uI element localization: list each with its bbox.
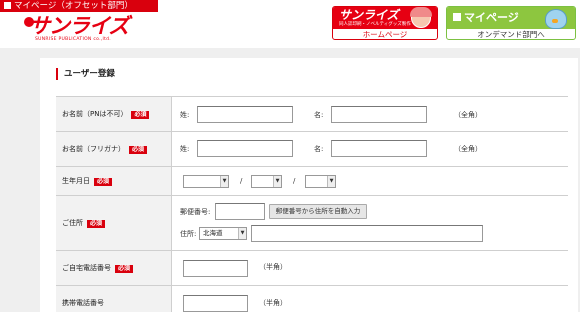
square-icon — [453, 13, 461, 21]
row-label: お名前（PNは不可） — [62, 110, 128, 118]
row-header: 携帯電話番号 — [56, 286, 172, 312]
row-header: 生年月日 必須 — [56, 167, 172, 195]
row-header: お名前（フリガナ） 必須 — [56, 132, 172, 166]
row-label-wrap: ご自宅電話番号 必須 — [62, 263, 134, 273]
name-sei-input[interactable] — [197, 106, 293, 123]
mei-label: 名: — [314, 145, 324, 153]
row-label-wrap: 携帯電話番号 — [62, 298, 104, 308]
birth-year-select[interactable]: ▼ — [183, 175, 229, 188]
site-header: マイページ（オフセット部門） サンライズ SUNRISE PUBLICATION… — [0, 0, 580, 48]
form-row-address: ご住所 必須 郵便番号: 郵便番号から住所を自動入力 住所: 北海道 ▼ — [56, 196, 568, 251]
main-content: ユーザー登録 お名前（PNは不可） 必須 姓: 名: （全角） お名前（フリガナ）… — [0, 48, 580, 312]
homepage-banner: サンライズ 同人誌印刷・ノベルティグッズ製作 — [333, 7, 437, 29]
penguin-icon — [545, 9, 567, 29]
row-header: お名前（PNは不可） 必須 — [56, 97, 172, 131]
row-header: ご自宅電話番号 必須 — [56, 251, 172, 285]
row-label: ご住所 — [62, 219, 83, 227]
address-input[interactable] — [251, 225, 483, 242]
sei-label: 姓: — [180, 111, 190, 119]
chevron-down-icon: ▼ — [273, 176, 281, 187]
form-row-birthdate: 生年月日 必須 ▼ / ▼ / ▼ — [56, 167, 568, 196]
homepage-label: ホームページ — [362, 30, 408, 39]
logo-subtext: SUNRISE PUBLICATION co.,ltd. — [35, 37, 112, 42]
hankaku-note: （半角） — [259, 299, 287, 307]
sei-label: 姓: — [180, 145, 190, 153]
date-separator: / — [293, 177, 296, 185]
mobile-phone-input[interactable] — [183, 295, 248, 312]
row-label-wrap: ご住所 必須 — [62, 218, 106, 228]
address-label: 住所: — [180, 230, 197, 238]
homepage-banner-subtext: 同人誌印刷・ノベルティグッズ製作 — [339, 22, 411, 27]
form-row-name: お名前（PNは不可） 必須 姓: 名: （全角） — [56, 97, 568, 132]
form-row-mobile-phone: 携帯電話番号 （半角） — [56, 286, 568, 312]
required-badge: 必須 — [94, 177, 113, 186]
homepage-banner-text: サンライズ — [339, 8, 399, 22]
required-badge: 必須 — [87, 219, 106, 228]
chevron-down-icon: ▼ — [220, 176, 228, 187]
sunrise-logo[interactable]: サンライズ SUNRISE PUBLICATION co.,ltd. — [24, 14, 154, 45]
mypage-offset-tab: マイページ（オフセット部門） — [0, 0, 158, 12]
home-phone-input[interactable] — [183, 260, 248, 277]
row-label: 生年月日 — [62, 177, 90, 185]
birth-month-select[interactable]: ▼ — [251, 175, 282, 188]
homepage-button[interactable]: サンライズ 同人誌印刷・ノベルティグッズ製作 ホームページ — [332, 6, 438, 40]
page-title: ユーザー登録 — [56, 68, 115, 80]
date-separator: / — [240, 177, 243, 185]
ondemand-button[interactable]: マイページ オンデマンド部門へ — [446, 6, 576, 40]
form-row-home-phone: ご自宅電話番号 必須 （半角） — [56, 251, 568, 286]
required-badge: 必須 — [115, 264, 134, 273]
required-badge: 必須 — [131, 110, 150, 119]
zenkaku-note: （全角） — [454, 111, 482, 119]
ondemand-banner: マイページ — [447, 7, 575, 29]
form-row-kana: お名前（フリガナ） 必須 姓: 名: （全角） — [56, 132, 568, 167]
row-label-wrap: 生年月日 必須 — [62, 176, 113, 186]
kana-mei-input[interactable] — [331, 140, 427, 157]
row-label-wrap: お名前（フリガナ） 必須 — [62, 144, 148, 154]
ondemand-banner-text-wrap: マイページ — [453, 11, 519, 25]
row-header: ご住所 必須 — [56, 196, 172, 250]
top-tab-label: マイページ（オフセット部門） — [14, 1, 133, 11]
postal-code-input[interactable] — [215, 203, 265, 220]
prefecture-value: 北海道 — [203, 229, 223, 237]
postal-label: 郵便番号: — [180, 208, 211, 216]
postal-autofill-button[interactable]: 郵便番号から住所を自動入力 — [269, 204, 367, 219]
row-label: 携帯電話番号 — [62, 299, 104, 307]
square-icon — [4, 1, 11, 9]
ondemand-label: オンデマンド部門へ — [477, 30, 545, 39]
registration-form: お名前（PNは不可） 必須 姓: 名: （全角） お名前（フリガナ） 必須 姓: 名… — [56, 96, 568, 312]
hankaku-note: （半角） — [259, 263, 287, 271]
kana-sei-input[interactable] — [197, 140, 293, 157]
required-badge: 必須 — [129, 145, 148, 154]
chevron-down-icon: ▼ — [327, 176, 335, 187]
name-mei-input[interactable] — [331, 106, 427, 123]
row-label-wrap: お名前（PNは不可） 必須 — [62, 109, 150, 119]
logo-text: サンライズ — [29, 14, 129, 38]
prefecture-select[interactable]: 北海道 ▼ — [199, 227, 247, 240]
zenkaku-note: （全角） — [454, 145, 482, 153]
ondemand-banner-text: マイページ — [464, 11, 519, 24]
registration-panel: ユーザー登録 お名前（PNは不可） 必須 姓: 名: （全角） お名前（フリガナ）… — [40, 58, 578, 312]
birth-day-select[interactable]: ▼ — [305, 175, 336, 188]
character-icon — [410, 7, 432, 28]
mei-label: 名: — [314, 111, 324, 119]
row-label: ご自宅電話番号 — [62, 264, 111, 272]
row-label: お名前（フリガナ） — [62, 145, 125, 153]
chevron-down-icon: ▼ — [238, 228, 246, 239]
